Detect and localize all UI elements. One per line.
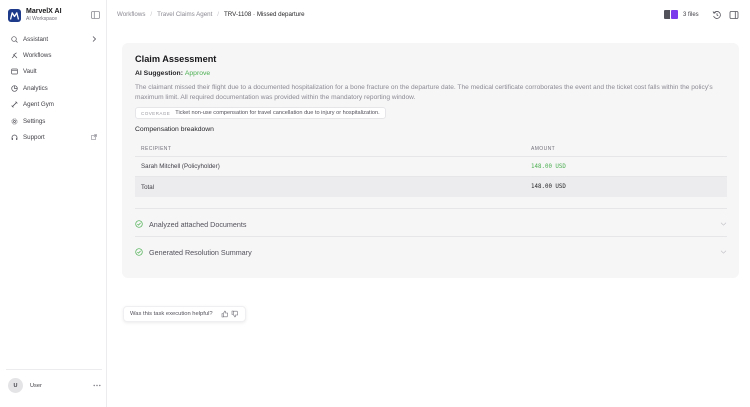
divider [6, 369, 102, 370]
sidebar-item-label: Assistant [23, 35, 49, 43]
recipient-cell: Sarah Mitchell (Policyholder) [141, 163, 220, 170]
compensation-breakdown-title: Compensation breakdown [135, 126, 214, 133]
accordion-analyzed-documents[interactable]: Analyzed attached Documents [135, 217, 727, 231]
more-options-icon[interactable] [93, 382, 101, 389]
ai-suggestion: AI Suggestion: Approve [135, 70, 210, 77]
chevron-down-icon [720, 221, 727, 227]
table-row: Sarah Mitchell (Policyholder) 148.00 USD [135, 157, 727, 177]
coverage-tag: COVERAGE [141, 110, 171, 116]
workspace-name: MarvelX AI [26, 8, 62, 15]
feedback-widget: Was this task execution helpful? [123, 306, 246, 322]
file-thumbnail-icon [670, 9, 679, 20]
chevron-right-icon[interactable] [90, 35, 98, 43]
breadcrumb-separator: / [150, 11, 153, 18]
ai-suggestion-label: AI Suggestion: [135, 70, 183, 77]
thumbs-up-icon[interactable] [221, 310, 229, 318]
dumbbell-icon [11, 101, 18, 108]
divider [135, 208, 727, 209]
check-circle-icon [135, 220, 143, 228]
breadcrumb-workflows[interactable]: Workflows [117, 11, 145, 18]
coverage-badge: COVERAGE Ticket non-use compensation for… [135, 107, 386, 119]
files-count: 3 files [683, 11, 699, 18]
total-amount: 148.00 USD [531, 184, 566, 190]
table-total-row: Total 148.00 USD [135, 177, 727, 197]
feedback-question: Was this task execution helpful? [130, 311, 213, 317]
sidebar-item-assistant[interactable]: Assistant [6, 31, 102, 47]
headset-icon [11, 134, 18, 141]
chevron-down-icon [720, 249, 727, 255]
accordion-resolution-summary[interactable]: Generated Resolution Summary [135, 245, 727, 259]
workspace-subtitle: AI Workspace [26, 16, 58, 22]
workflow-icon [11, 52, 18, 59]
sidebar-item-label: Settings [23, 117, 46, 125]
ai-suggestion-value: Approve [184, 70, 211, 77]
table-header: RECIPIENT AMOUNT [135, 141, 727, 157]
amount-cell: 148.00 USD [531, 163, 566, 170]
panel-toggle-icon[interactable] [729, 10, 739, 20]
breadcrumb-travel-claims-agent[interactable]: Travel Claims Agent [157, 11, 212, 18]
sidebar-item-label: Vault [23, 68, 37, 76]
coverage-text: Ticket non-use compensation for travel c… [175, 110, 380, 116]
sidebar-item-label: Analytics [23, 84, 48, 92]
sidebar-item-support[interactable]: Support [6, 129, 102, 145]
user-menu[interactable]: U User [8, 378, 101, 393]
sidebar-item-agent-gym[interactable]: Agent Gym [6, 97, 102, 113]
accordion-label: Analyzed attached Documents [149, 219, 247, 229]
gear-icon [11, 118, 18, 125]
accordion-label: Generated Resolution Summary [149, 247, 252, 257]
column-header-recipient: RECIPIENT [141, 145, 172, 152]
sidebar-item-label: Support [23, 134, 45, 142]
assessment-reasoning: The claimant missed their flight due to … [135, 84, 713, 101]
workspace-switcher[interactable]: MarvelX AI AI Workspace [8, 8, 62, 23]
sidebar-item-settings[interactable]: Settings [6, 113, 102, 129]
history-icon[interactable] [712, 10, 722, 20]
sidebar-item-vault[interactable]: Vault [6, 64, 102, 80]
sidebar-nav: Assistant Workflows Vault Analytics Agen… [6, 31, 102, 146]
sidebar-item-workflows[interactable]: Workflows [6, 47, 102, 63]
breadcrumb-separator: / [217, 11, 220, 18]
claim-assessment-card: Claim Assessment AI Suggestion: Approve … [122, 43, 739, 278]
check-circle-icon [135, 248, 143, 256]
card-title: Claim Assessment [135, 54, 217, 64]
user-name: User [30, 382, 42, 389]
folder-icon [11, 68, 18, 75]
column-header-amount: AMOUNT [531, 145, 556, 152]
chart-icon [11, 85, 18, 92]
external-link-icon [90, 133, 98, 141]
top-bar: Workflows / Travel Claims Agent / TRV-11… [108, 0, 750, 30]
sidebar-item-label: Agent Gym [23, 101, 54, 109]
thumbs-down-icon[interactable] [231, 310, 239, 318]
marvelx-logo-icon [8, 9, 21, 22]
compensation-table: RECIPIENT AMOUNT Sarah Mitchell (Policyh… [135, 141, 727, 197]
total-label: Total [141, 183, 155, 191]
chat-search-icon [11, 36, 18, 43]
avatar: U [8, 378, 23, 393]
attached-files-button[interactable]: 3 files [663, 9, 699, 20]
sidebar-item-label: Workflows [23, 52, 52, 60]
divider [135, 236, 727, 237]
sidebar-item-analytics[interactable]: Analytics [6, 80, 102, 96]
breadcrumb: Workflows / Travel Claims Agent / TRV-11… [117, 11, 305, 18]
sidebar-toggle-icon[interactable] [91, 11, 100, 19]
breadcrumb-current-task: TRV-1108 · Missed departure [224, 11, 305, 18]
sidebar: MarvelX AI AI Workspace Assistant Workfl… [0, 0, 107, 407]
